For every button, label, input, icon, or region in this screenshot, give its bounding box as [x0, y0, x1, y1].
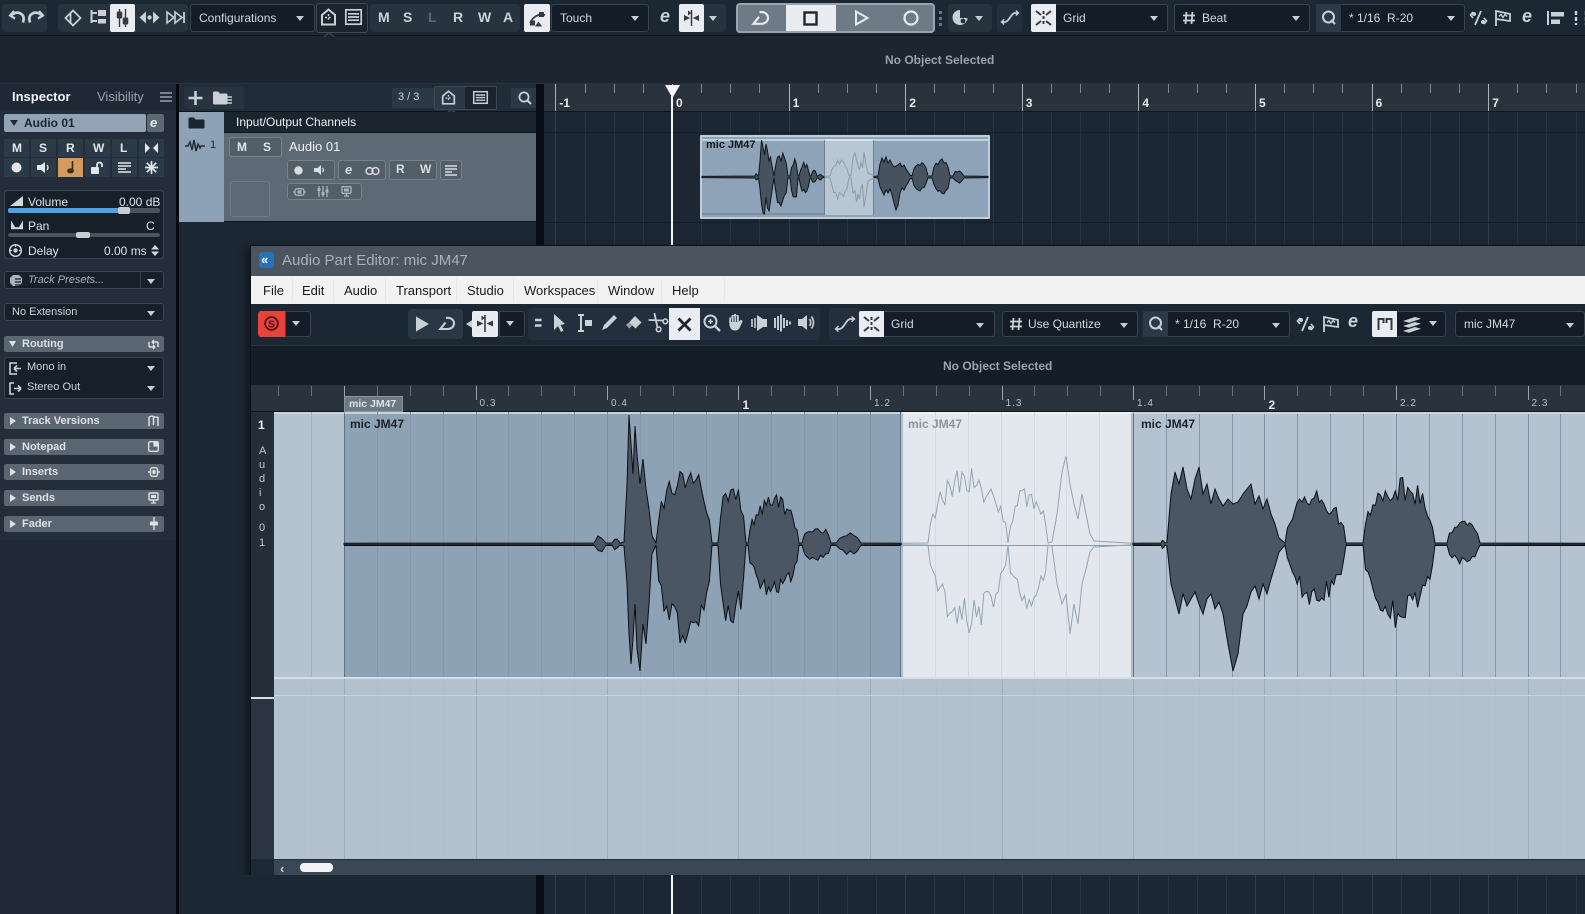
- svg-text:S: S: [268, 318, 275, 330]
